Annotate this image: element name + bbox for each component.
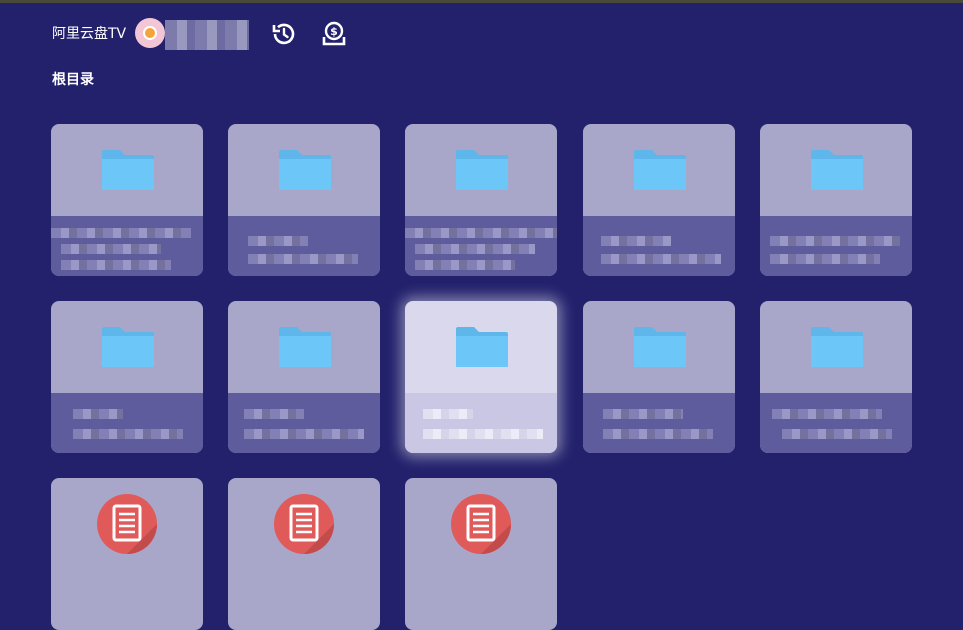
folder-thumbnail (583, 301, 735, 393)
folder-thumbnail (51, 124, 203, 216)
folder-thumbnail (760, 124, 912, 216)
folder-card[interactable] (583, 124, 735, 276)
avatar[interactable] (135, 18, 165, 48)
folder-card[interactable] (228, 124, 380, 276)
folder-card[interactable] (760, 301, 912, 453)
folder-name-area (405, 216, 557, 276)
avatar-image (143, 26, 157, 40)
folder-icon (456, 150, 508, 190)
cloud-storage-icon[interactable]: $ (321, 21, 347, 47)
folder-name-area (760, 393, 912, 453)
folder-card[interactable] (228, 301, 380, 453)
folder-thumbnail (51, 301, 203, 393)
folder-name-area (51, 393, 203, 453)
folder-card-focused[interactable] (405, 301, 557, 453)
document-icon (451, 494, 511, 554)
document-card[interactable] (51, 478, 203, 630)
folder-icon (102, 327, 154, 367)
folder-icon (456, 327, 508, 367)
document-icon (97, 494, 157, 554)
folder-name-area (760, 216, 912, 276)
folder-thumbnail (405, 124, 557, 216)
folder-thumbnail (760, 301, 912, 393)
folder-name-area (405, 393, 557, 453)
folder-name-area (583, 393, 735, 453)
folder-icon (279, 327, 331, 367)
folder-name-area (228, 393, 380, 453)
folder-thumbnail (583, 124, 735, 216)
breadcrumb: 根目录 (52, 72, 94, 88)
svg-text:$: $ (330, 25, 338, 38)
history-icon[interactable] (271, 21, 297, 47)
header-bar: 阿里云盘TV $ (0, 3, 963, 63)
document-icon (274, 494, 334, 554)
folder-card[interactable] (51, 124, 203, 276)
folder-icon (811, 150, 863, 190)
folder-thumbnail (405, 301, 557, 393)
folder-card[interactable] (583, 301, 735, 453)
username-blurred (165, 20, 249, 50)
folder-thumbnail (228, 301, 380, 393)
folder-name-area (228, 216, 380, 276)
folder-thumbnail (228, 124, 380, 216)
folder-name-area (51, 216, 203, 276)
folder-card[interactable] (51, 301, 203, 453)
app-title: 阿里云盘TV (52, 26, 127, 42)
folder-icon (634, 327, 686, 367)
folder-icon (634, 150, 686, 190)
folder-icon (279, 150, 331, 190)
folder-card[interactable] (405, 124, 557, 276)
folder-icon (102, 150, 154, 190)
document-card[interactable] (228, 478, 380, 630)
folder-card[interactable] (760, 124, 912, 276)
folder-icon (811, 327, 863, 367)
folder-name-area (583, 216, 735, 276)
document-card[interactable] (405, 478, 557, 630)
